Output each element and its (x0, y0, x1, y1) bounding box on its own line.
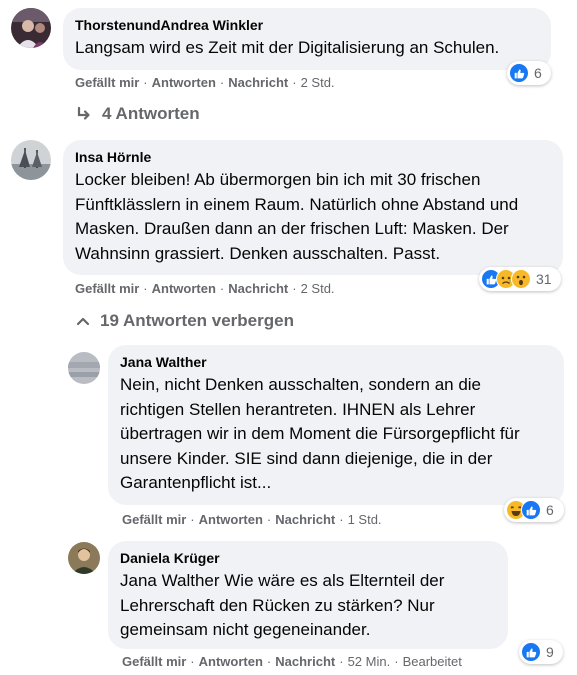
separator: · (143, 281, 148, 296)
comment-actions: Gefällt mir · Antworten · Nachricht · 2 Std. (75, 281, 335, 297)
comment-text: Locker bleiben! Ab übermorgen bin ich mi… (75, 170, 519, 263)
avatar[interactable] (68, 352, 100, 384)
timestamp[interactable]: 1 Std. (348, 512, 382, 527)
avatar[interactable] (11, 8, 51, 48)
reply-text: Nein, nicht Denken ausschalten, sondern … (120, 375, 520, 492)
view-replies-label: 4 Antworten (102, 104, 200, 123)
separator: · (143, 75, 148, 90)
like-button[interactable]: Gefällt mir (122, 654, 186, 669)
reply-author[interactable]: Daniela Krüger (120, 549, 496, 567)
separator: · (339, 654, 344, 669)
message-button[interactable]: Nachricht (228, 281, 288, 296)
hide-replies-button[interactable]: 19 Antworten verbergen (76, 311, 294, 331)
reaction-count: 9 (546, 644, 554, 660)
comment-author[interactable]: ThorstenundAndrea Winkler (75, 16, 539, 34)
reply-bubble: Jana Walther Nein, nicht Denken ausschal… (108, 345, 564, 505)
comment-bubble: ThorstenundAndrea Winkler Langsam wird e… (63, 8, 551, 70)
reaction-summary[interactable]: 9 (519, 640, 563, 664)
comment-actions: Gefällt mir · Antworten · Nachricht · 2 Std. (75, 75, 335, 91)
like-button[interactable]: Gefällt mir (75, 281, 139, 296)
view-replies-button[interactable]: 4 Antworten (76, 104, 200, 124)
reaction-summary[interactable]: 31 (479, 267, 561, 291)
hide-replies-label: 19 Antworten verbergen (100, 311, 294, 330)
reply-button[interactable]: Antworten (152, 75, 216, 90)
reply-author[interactable]: Jana Walther (120, 353, 552, 371)
reply-bubble: Daniela Krüger Jana Walther Wie wäre es … (108, 541, 508, 649)
reply-button[interactable]: Antworten (199, 654, 263, 669)
separator: · (292, 75, 297, 90)
avatar-photo-icon (11, 8, 51, 48)
reaction-summary[interactable]: 6 (507, 61, 551, 85)
timestamp[interactable]: 2 Std. (301, 75, 335, 90)
comment-author[interactable]: Insa Hörnle (75, 148, 551, 166)
chevron-up-icon (76, 317, 90, 326)
reply-actions: Gefällt mir · Antworten · Nachricht · 52 Min. ·… (122, 654, 462, 670)
message-button[interactable]: Nachricht (275, 512, 335, 527)
reaction-count: 31 (536, 271, 552, 287)
reply-arrow-icon (77, 106, 90, 120)
avatar-photo-icon (68, 352, 100, 384)
like-icon (509, 63, 529, 83)
reply-button[interactable]: Antworten (199, 512, 263, 527)
separator: · (292, 281, 297, 296)
separator: · (190, 654, 195, 669)
comment-text: Langsam wird es Zeit mit der Digitalisie… (75, 38, 500, 57)
separator: · (190, 512, 195, 527)
like-button[interactable]: Gefällt mir (75, 75, 139, 90)
separator: · (339, 512, 344, 527)
wow-icon (511, 269, 531, 289)
like-icon (521, 642, 541, 662)
like-button[interactable]: Gefällt mir (122, 512, 186, 527)
separator: · (266, 512, 272, 527)
timestamp[interactable]: 2 Std. (301, 281, 335, 296)
separator: · (266, 654, 272, 669)
avatar-photo-icon (11, 140, 51, 180)
avatar[interactable] (68, 542, 100, 574)
reaction-count: 6 (534, 65, 542, 81)
comment-bubble: Insa Hörnle Locker bleiben! Ab übermorge… (63, 140, 563, 275)
separator: · (219, 281, 225, 296)
message-button[interactable]: Nachricht (228, 75, 288, 90)
reply-actions: Gefällt mir · Antworten · Nachricht · 1 Std. (122, 512, 382, 528)
reply-button[interactable]: Antworten (152, 281, 216, 296)
reply-text: Jana Walther Wie wäre es als Elternteil … (120, 571, 445, 639)
like-icon (521, 500, 541, 520)
edited-label[interactable]: Bearbeitet (403, 654, 462, 669)
message-button[interactable]: Nachricht (275, 654, 335, 669)
reaction-count: 6 (546, 502, 554, 518)
avatar-photo-icon (68, 542, 100, 574)
avatar[interactable] (11, 140, 51, 180)
separator: · (219, 75, 225, 90)
reaction-summary[interactable]: 6 (504, 498, 564, 522)
separator: · (394, 654, 399, 669)
timestamp[interactable]: 52 Min. (348, 654, 391, 669)
